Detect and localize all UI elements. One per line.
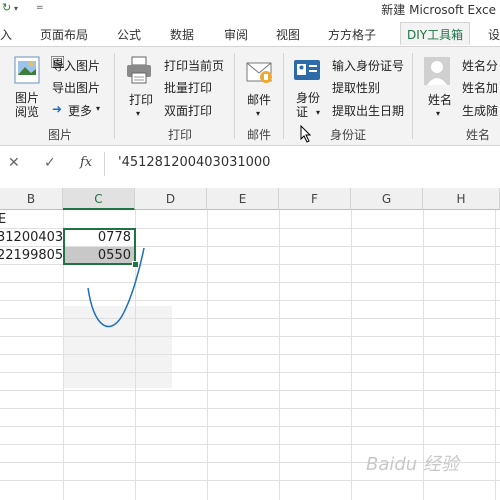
name-add-button[interactable]: 姓名加 [462, 79, 498, 96]
function-icon[interactable]: fx [80, 155, 92, 170]
picture-viewer-button[interactable]: 图片阅览 [15, 91, 41, 119]
more-button[interactable]: 更多 [68, 102, 92, 119]
watermark: Baidu 经验 [366, 454, 459, 475]
cell-b3[interactable]: 221998050 [0, 248, 63, 263]
gridline [0, 354, 500, 355]
gridline [207, 210, 208, 500]
tab-review[interactable]: 审阅 [224, 26, 248, 43]
spreadsheet-grid[interactable]: B C D E F G H E 312004030 221998050 0778… [0, 188, 500, 500]
column-header-f[interactable]: F [279, 188, 351, 210]
gridline [0, 372, 500, 373]
column-header-b[interactable]: B [0, 188, 63, 210]
gridline [0, 426, 500, 427]
tab-formulas[interactable]: 公式 [117, 26, 141, 43]
mouse-cursor-icon [300, 124, 312, 146]
batch-print-button[interactable]: 批量打印 [164, 79, 212, 96]
person-icon[interactable] [422, 55, 452, 87]
enter-icon[interactable]: ✓ [44, 155, 56, 171]
group-separator [412, 53, 413, 139]
name-dropdown-icon[interactable]: ▾ [436, 109, 440, 118]
import-picture-button[interactable]: 导入图片 [52, 57, 100, 74]
printer-icon[interactable] [124, 55, 154, 85]
window-title: 新建 Microsoft Exce [381, 3, 496, 17]
column-header-e[interactable]: E [207, 188, 279, 210]
tab-insert[interactable]: 入 [0, 26, 12, 43]
ribbon: 图片阅览 🖼 导入图片 导出图片 ➜ 更多 ▾ 图片 打印 ▾ 打印当前页 批量… [0, 46, 500, 146]
column-header-h[interactable]: H [423, 188, 500, 210]
picture-group-label: 图片 [48, 128, 73, 142]
more-arrow-icon: ➜ [52, 102, 63, 116]
print-group-label: 打印 [168, 128, 193, 142]
gridline [351, 210, 352, 500]
id-card-icon[interactable] [292, 57, 322, 85]
mail-group-label: 邮件 [247, 128, 272, 142]
split-name-button[interactable]: 姓名分 [462, 57, 498, 74]
formula-value: '451281200403031000 [118, 155, 271, 170]
cell-b2[interactable]: 312004030 [0, 230, 63, 245]
group-separator [283, 53, 284, 139]
title-bar: ↻ ▾ = 新建 Microsoft Exce [0, 0, 500, 18]
gridline [0, 390, 500, 391]
annotation-curve [87, 247, 145, 328]
name-button[interactable]: 姓名 [428, 91, 452, 108]
generate-random-button[interactable]: 生成随 [462, 102, 498, 119]
gridline [495, 210, 496, 500]
tab-settings[interactable]: 设 [488, 26, 500, 43]
group-separator [114, 53, 115, 139]
input-id-number-button[interactable]: 输入身份证号 [332, 57, 404, 74]
group-separator [234, 53, 235, 139]
picture-viewer-icon[interactable] [12, 55, 42, 87]
idcard-group-label: 身份证 [330, 128, 367, 142]
extract-birthdate-button[interactable]: 提取出生日期 [332, 102, 404, 119]
quick-access-toolbar: ↻ ▾ = [0, 0, 60, 18]
mail-button[interactable]: 邮件 [247, 91, 271, 108]
dropdown-icon[interactable]: ▾ [14, 4, 18, 13]
redo-icon[interactable]: ↻ [2, 1, 11, 14]
duplex-print-button[interactable]: 双面打印 [164, 102, 212, 119]
tab-fangfang[interactable]: 方方格子 [328, 26, 376, 43]
name-group-label: 姓名 [466, 128, 491, 142]
more-dropdown-icon[interactable]: ▾ [96, 104, 100, 113]
tab-data[interactable]: 数据 [170, 26, 194, 43]
column-header-c[interactable]: C [63, 188, 135, 210]
gridline [0, 480, 500, 481]
ribbon-tabs: 入 页面布局 公式 数据 审阅 视图 方方格子 DIY工具箱 设 [0, 22, 500, 46]
id-card-dropdown-icon[interactable]: ▾ [316, 108, 320, 117]
gridline [279, 210, 280, 500]
customize-icon[interactable]: = [36, 3, 44, 13]
print-button[interactable]: 打印 [129, 91, 153, 108]
cell-b1[interactable]: E [0, 212, 58, 227]
gridline [0, 444, 500, 445]
print-current-page-button[interactable]: 打印当前页 [164, 57, 224, 74]
export-picture-button[interactable]: 导出图片 [52, 79, 100, 96]
extract-gender-button[interactable]: 提取性别 [332, 79, 380, 96]
mail-icon[interactable] [244, 55, 274, 87]
column-header-g[interactable]: G [351, 188, 423, 210]
cancel-icon[interactable]: ✕ [8, 155, 20, 171]
column-header-d[interactable]: D [135, 188, 207, 210]
mail-dropdown-icon[interactable]: ▾ [256, 109, 260, 118]
tab-view[interactable]: 视图 [276, 26, 300, 43]
tab-page-layout[interactable]: 页面布局 [40, 26, 88, 43]
print-dropdown-icon[interactable]: ▾ [136, 109, 140, 118]
tab-diy-toolbox[interactable]: DIY工具箱 [400, 22, 471, 45]
gridline [0, 408, 500, 409]
